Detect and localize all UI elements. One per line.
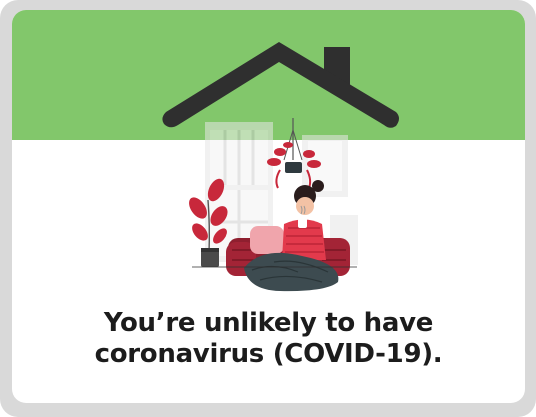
result-message-line-1: You’re unlikely to have bbox=[103, 308, 434, 338]
stay-home-illustration bbox=[162, 42, 399, 292]
house-roof-icon bbox=[162, 42, 399, 128]
card-frame: You’re unlikely to have coronavirus (COV… bbox=[0, 0, 536, 417]
result-card: You’re unlikely to have coronavirus (COV… bbox=[12, 10, 525, 403]
result-message: You’re unlikely to have coronavirus (COV… bbox=[12, 308, 525, 370]
result-message-line-2: coronavirus (COVID-19). bbox=[94, 339, 443, 369]
